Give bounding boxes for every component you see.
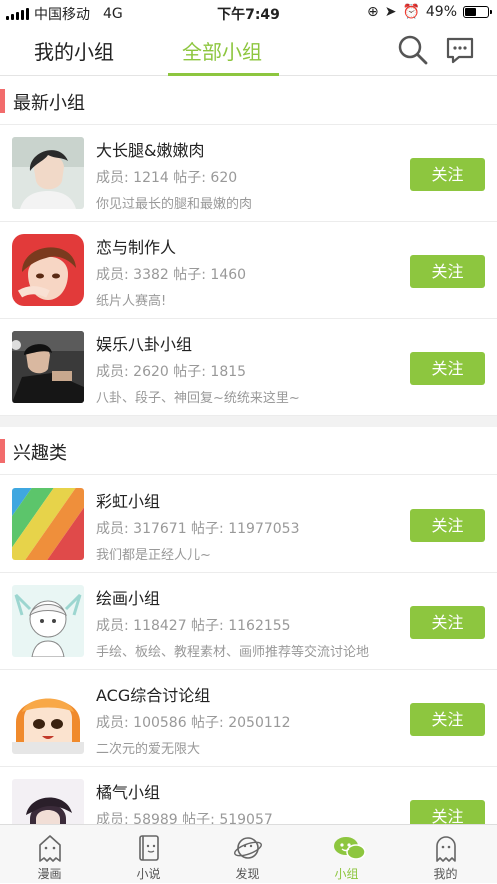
tab-novel[interactable]: 小说 xyxy=(99,825,198,884)
location-icon: ➤ xyxy=(384,4,397,20)
group-description: 手绘、板绘、教程素材、画师推荐等交流讨论地 xyxy=(96,645,370,660)
tab-label: 我的 xyxy=(433,867,458,881)
tab-label: 小组 xyxy=(334,867,359,881)
section-title: 兴趣类 xyxy=(13,443,67,464)
follow-button[interactable]: 关注 xyxy=(410,509,485,542)
follow-button[interactable]: 关注 xyxy=(410,255,485,288)
group-avatar xyxy=(12,682,84,754)
ghost-house-icon xyxy=(39,835,61,862)
group-name: 恋与制作人 xyxy=(96,238,177,257)
section-marker xyxy=(0,439,5,463)
group-name: 绘画小组 xyxy=(96,589,161,608)
group-name: 大长腿&嫩嫩肉 xyxy=(96,141,205,160)
tab-label: 漫画 xyxy=(37,867,62,881)
group-description: 我们都是正经人儿~ xyxy=(96,548,211,563)
group-name: 彩虹小组 xyxy=(96,492,161,511)
tab-all-groups[interactable]: 全部小组 xyxy=(182,36,262,65)
group-item[interactable]: 恋与制作人 成员: 3382 帖子: 1460 纸片人赛高! 关注 xyxy=(0,222,497,319)
section-header-newest: 最新小组 xyxy=(0,77,497,125)
tab-my-groups[interactable]: 我的小组 xyxy=(34,36,114,65)
tab-label: 小说 xyxy=(136,867,161,881)
section-divider xyxy=(0,416,497,427)
follow-button[interactable]: 关注 xyxy=(410,703,485,736)
ghost-icon xyxy=(436,836,456,862)
tab-comics[interactable]: 漫画 xyxy=(0,825,99,884)
battery-icon xyxy=(463,6,492,18)
group-item[interactable]: 娱乐八卦小组 成员: 2620 帖子: 1815 八卦、段子、神回复~统统来这里… xyxy=(0,319,497,416)
group-item[interactable]: 绘画小组 成员: 118427 帖子: 1162155 手绘、板绘、教程素材、画… xyxy=(0,573,497,670)
group-stats: 成员: 100586 帖子: 2050112 xyxy=(96,715,291,731)
follow-button[interactable]: 关注 xyxy=(410,158,485,191)
group-item[interactable]: ACG综合讨论组 成员: 100586 帖子: 2050112 二次元的爱无限大… xyxy=(0,670,497,767)
battery-percent: 49% xyxy=(425,4,457,20)
group-chat-icon xyxy=(334,837,366,860)
tab-groups[interactable]: 小组 xyxy=(297,825,396,884)
tab-mine[interactable]: 我的 xyxy=(396,825,495,884)
section-title: 最新小组 xyxy=(13,93,85,114)
group-name: 橘气小组 xyxy=(96,783,161,802)
group-stats: 成员: 317671 帖子: 11977053 xyxy=(96,521,300,537)
group-stats: 成员: 3382 帖子: 1460 xyxy=(96,267,247,283)
group-avatar xyxy=(12,137,84,209)
alarm-icon: ⏰ xyxy=(402,4,420,20)
search-icon[interactable] xyxy=(397,34,429,66)
group-name: ACG综合讨论组 xyxy=(96,686,211,705)
group-avatar xyxy=(12,234,84,306)
group-avatar xyxy=(12,488,84,560)
group-avatar xyxy=(12,331,84,403)
top-nav: 我的小组 全部小组 xyxy=(0,26,497,76)
book-icon xyxy=(139,835,159,861)
section-header-interest: 兴趣类 xyxy=(0,427,497,475)
tab-discover[interactable]: 发现 xyxy=(198,825,297,884)
group-description: 二次元的爱无限大 xyxy=(96,742,201,757)
bottom-tab-bar: 漫画 小说 发现 小组 我的 xyxy=(0,824,497,883)
group-stats: 成员: 2620 帖子: 1815 xyxy=(96,364,247,380)
planet-icon xyxy=(234,837,262,859)
message-icon[interactable] xyxy=(444,34,476,66)
active-tab-indicator xyxy=(168,73,279,76)
section-marker xyxy=(0,89,5,113)
group-description: 八卦、段子、神回复~统统来这里~ xyxy=(96,391,300,406)
group-stats: 成员: 1214 帖子: 620 xyxy=(96,170,238,186)
group-description: 纸片人赛高! xyxy=(96,294,167,309)
rotation-lock-icon: ⊕ xyxy=(366,4,379,20)
tab-label: 发现 xyxy=(235,867,260,881)
follow-button[interactable]: 关注 xyxy=(410,606,485,639)
group-item[interactable]: 彩虹小组 成员: 317671 帖子: 11977053 我们都是正经人儿~ 关… xyxy=(0,476,497,573)
group-description: 你见过最长的腿和最嫩的肉 xyxy=(96,197,253,212)
group-name: 娱乐八卦小组 xyxy=(96,335,193,354)
follow-button[interactable]: 关注 xyxy=(410,352,485,385)
status-bar: 中国移动 4G 下午7:49 ⊕ ➤ ⏰ 49% xyxy=(0,0,497,26)
group-avatar xyxy=(12,585,84,657)
group-item[interactable]: 大长腿&嫩嫩肉 成员: 1214 帖子: 620 你见过最长的腿和最嫩的肉 关注 xyxy=(0,125,497,222)
group-stats: 成员: 118427 帖子: 1162155 xyxy=(96,618,291,634)
